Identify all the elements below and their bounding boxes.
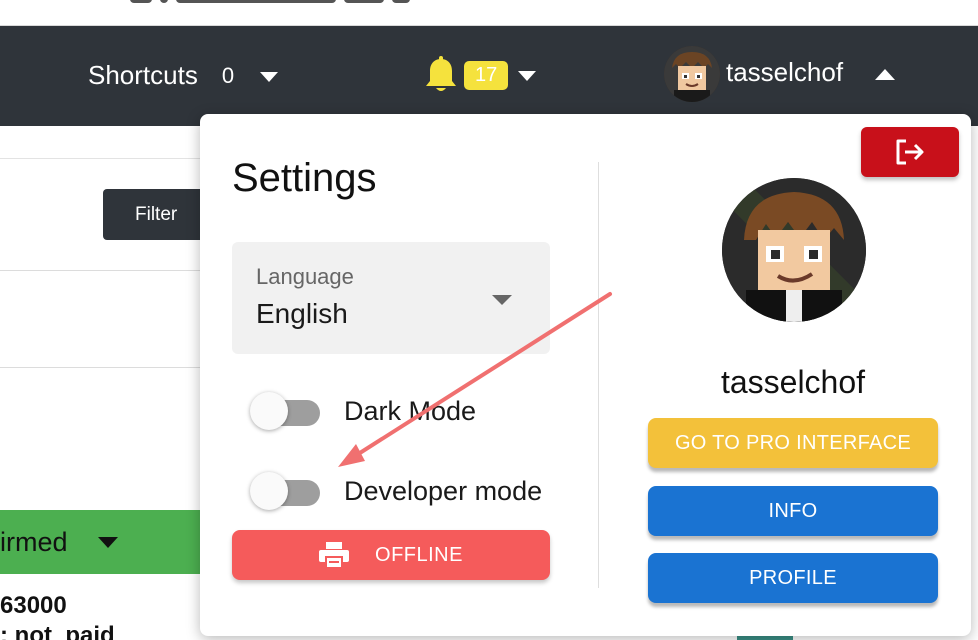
printer-icon (319, 542, 350, 568)
payment-status-text: : not_paid (0, 622, 115, 640)
navbar: Shortcuts 0 17 tasselchof (0, 26, 978, 126)
bell-icon (426, 56, 456, 91)
shortcuts-count: 0 (221, 62, 235, 88)
offline-button[interactable]: OFFLINE (232, 530, 550, 580)
language-select[interactable]: Language English (232, 242, 550, 354)
panel-divider (598, 162, 599, 588)
notification-count-badge: 17 (464, 60, 509, 90)
username: tasselchof (726, 56, 844, 87)
chevron-down-icon (518, 71, 537, 81)
top-strip (0, 0, 978, 26)
logout-button[interactable] (861, 127, 959, 177)
order-id-text: 63000 (0, 592, 67, 619)
chevron-up-icon (875, 68, 896, 80)
avatar (664, 46, 720, 102)
cut-off-heading (130, 0, 550, 4)
developer-mode-label: Developer mode (344, 476, 543, 506)
notifications-menu[interactable]: 17 (424, 56, 537, 94)
profile-avatar (722, 178, 866, 322)
pro-interface-button[interactable]: GO TO PRO INTERFACE (648, 418, 938, 468)
logout-icon (896, 139, 924, 165)
status-dropdown[interactable]: irmed (0, 510, 210, 574)
chevron-down-icon (260, 71, 279, 82)
profile-button[interactable]: PROFILE (648, 553, 938, 603)
offline-label: OFFLINE (375, 543, 463, 566)
filter-button[interactable]: Filter (103, 189, 213, 240)
chevron-down-icon (97, 536, 118, 548)
divider (0, 367, 210, 368)
shortcuts-menu[interactable]: Shortcuts 0 (88, 60, 279, 91)
shortcuts-label: Shortcuts (88, 60, 198, 90)
language-value: English (256, 298, 348, 329)
dark-mode-label: Dark Mode (344, 396, 477, 426)
settings-title: Settings (232, 156, 377, 200)
language-label: Language (256, 264, 354, 289)
toggle-knob (250, 392, 288, 430)
dark-mode-toggle[interactable] (250, 390, 320, 432)
user-menu[interactable]: tasselchof (664, 46, 896, 102)
developer-mode-toggle[interactable] (250, 470, 320, 512)
chevron-down-icon (492, 295, 512, 305)
info-button[interactable]: INFO (648, 486, 938, 536)
toggle-knob (250, 472, 288, 510)
status-label: irmed (0, 526, 68, 557)
profile-name: tasselchof (720, 364, 866, 400)
divider (0, 270, 210, 271)
